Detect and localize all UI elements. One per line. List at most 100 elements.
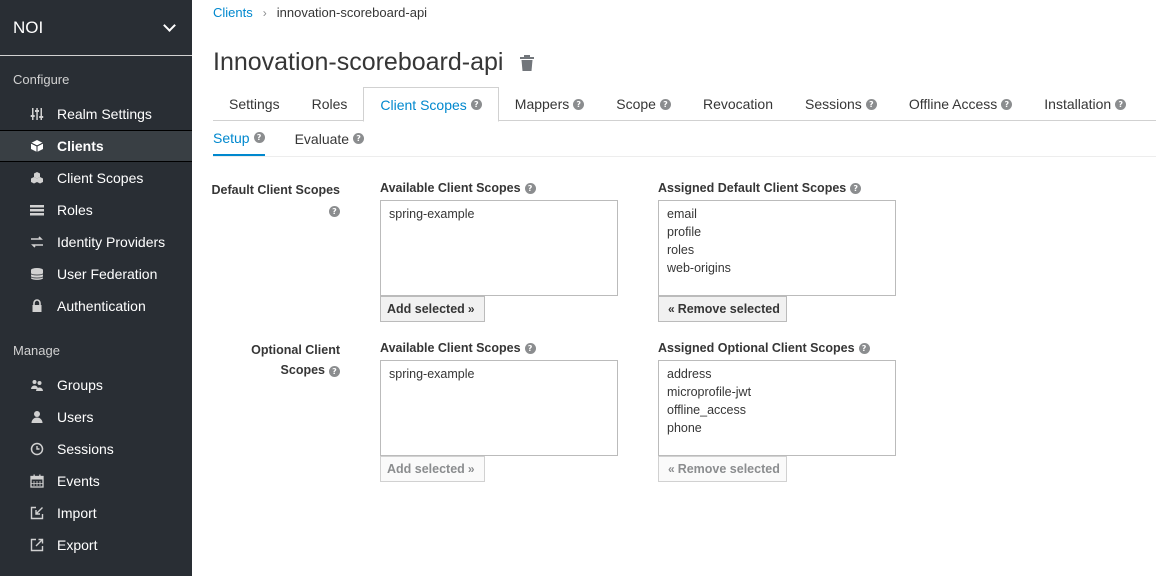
scope-option[interactable]: roles: [667, 241, 887, 259]
sidebar-item-label: Events: [57, 473, 100, 489]
tab-scope[interactable]: Scope?: [600, 87, 687, 121]
help-icon[interactable]: ?: [1001, 98, 1013, 110]
client-tabs: Settings Roles Client Scopes? Mappers? Scope…: [213, 87, 1156, 122]
realm-selector[interactable]: NOI: [0, 0, 192, 56]
breadcrumb: Clients › innovation-scoreboard-api: [213, 5, 427, 20]
trash-icon[interactable]: [519, 54, 535, 72]
scope-option[interactable]: spring-example: [389, 205, 609, 223]
help-icon[interactable]: ?: [329, 366, 340, 377]
tab-roles[interactable]: Roles: [296, 87, 364, 121]
page-title-row: Innovation-scoreboard-api: [213, 48, 535, 77]
tab-label: Installation: [1044, 96, 1112, 112]
default-scopes-label-text: Default Client Scopes: [211, 183, 341, 197]
exchange-icon: [29, 235, 44, 249]
tab-sessions[interactable]: Sessions?: [789, 87, 893, 121]
optional-assigned-heading-text: Assigned Optional Client Scopes: [658, 341, 855, 355]
sidebar-item-label: Users: [57, 409, 94, 425]
tab-client-scopes[interactable]: Client Scopes?: [363, 87, 499, 122]
add-selected-label: Add selected: [387, 462, 465, 476]
default-assigned-heading-text: Assigned Default Client Scopes: [658, 181, 847, 195]
sidebar: NOI Configure Realm Settings Clients Clien…: [0, 0, 192, 576]
sidebar-item-users[interactable]: Users: [0, 401, 192, 433]
double-chevron-right-icon: »: [467, 462, 475, 476]
subtab-setup[interactable]: Setup?: [213, 121, 265, 156]
scope-option[interactable]: spring-example: [389, 365, 609, 383]
help-icon[interactable]: ?: [329, 206, 340, 217]
realm-name: NOI: [13, 17, 44, 37]
help-icon[interactable]: ?: [1115, 98, 1127, 110]
help-icon[interactable]: ?: [858, 342, 870, 354]
scope-option[interactable]: address: [667, 365, 887, 383]
chevron-right-icon: ›: [262, 5, 267, 20]
help-icon[interactable]: ?: [659, 98, 671, 110]
sidebar-item-import[interactable]: Import: [0, 497, 192, 529]
add-selected-optional-button[interactable]: Add selected»: [380, 456, 485, 482]
optional-available-listbox[interactable]: spring-example: [380, 360, 618, 456]
cubes-icon: [29, 171, 44, 185]
optional-scopes-label: Optional Client Scopes?: [210, 340, 340, 380]
sidebar-item-client-scopes[interactable]: Client Scopes: [0, 162, 192, 194]
scope-option[interactable]: web-origins: [667, 259, 887, 277]
sidebar-item-sessions[interactable]: Sessions: [0, 433, 192, 465]
scope-option[interactable]: profile: [667, 223, 887, 241]
subtab-evaluate[interactable]: Evaluate?: [295, 121, 365, 156]
configure-heading: Configure: [13, 72, 70, 87]
sidebar-item-label: Roles: [57, 202, 93, 218]
tab-label: Settings: [229, 96, 280, 112]
help-icon[interactable]: ?: [850, 182, 862, 194]
tab-mappers[interactable]: Mappers?: [499, 87, 600, 121]
sidebar-item-identity-providers[interactable]: Identity Providers: [0, 226, 192, 258]
page-title: Innovation-scoreboard-api: [213, 48, 504, 76]
subtab-label: Setup: [213, 129, 250, 146]
remove-selected-default-button[interactable]: «Remove selected: [658, 296, 787, 322]
scope-option[interactable]: email: [667, 205, 887, 223]
help-icon[interactable]: ?: [470, 99, 482, 110]
help-icon[interactable]: ?: [573, 98, 585, 110]
scope-option[interactable]: microprofile-jwt: [667, 383, 887, 401]
add-selected-default-button[interactable]: Add selected»: [380, 296, 485, 322]
sidebar-item-user-federation[interactable]: User Federation: [0, 258, 192, 290]
sliders-icon: [29, 107, 44, 121]
sidebar-item-groups[interactable]: Groups: [0, 369, 192, 401]
sidebar-item-clients[interactable]: Clients: [0, 130, 192, 162]
client-scopes-subtabs: Setup? Evaluate?: [213, 121, 1156, 157]
tab-offline-access[interactable]: Offline Access?: [893, 87, 1028, 121]
help-icon[interactable]: ?: [524, 342, 536, 354]
remove-selected-label: Remove selected: [677, 302, 780, 316]
scope-option[interactable]: phone: [667, 419, 887, 437]
help-icon[interactable]: ?: [524, 182, 536, 194]
users-icon: [29, 378, 44, 392]
default-assigned-listbox[interactable]: email profile roles web-origins: [658, 200, 896, 296]
default-available-heading-text: Available Client Scopes: [380, 181, 521, 195]
double-chevron-left-icon: «: [668, 462, 675, 476]
remove-selected-optional-button[interactable]: «Remove selected: [658, 456, 787, 482]
tab-settings[interactable]: Settings: [213, 87, 296, 121]
scope-option[interactable]: offline_access: [667, 401, 887, 419]
default-available-listbox[interactable]: spring-example: [380, 200, 618, 296]
import-icon: [29, 506, 44, 520]
tab-installation[interactable]: Installation?: [1028, 87, 1142, 121]
sidebar-item-export[interactable]: Export: [0, 529, 192, 561]
remove-selected-label: Remove selected: [677, 462, 780, 476]
sidebar-item-label: Clients: [57, 138, 104, 154]
tab-label: Client Scopes: [380, 96, 467, 113]
help-icon[interactable]: ?: [353, 133, 365, 144]
breadcrumb-clients-link[interactable]: Clients: [213, 5, 253, 20]
default-available-heading: Available Client Scopes?: [380, 181, 536, 195]
sidebar-item-events[interactable]: Events: [0, 465, 192, 497]
tab-label: Sessions: [805, 96, 862, 112]
help-icon[interactable]: ?: [253, 132, 265, 143]
add-selected-label: Add selected: [387, 302, 465, 316]
tab-label: Mappers: [514, 96, 570, 112]
double-chevron-right-icon: »: [467, 302, 475, 316]
sidebar-item-realm-settings[interactable]: Realm Settings: [0, 98, 192, 130]
help-icon[interactable]: ?: [865, 98, 877, 110]
sidebar-item-roles[interactable]: Roles: [0, 194, 192, 226]
optional-assigned-listbox[interactable]: address microprofile-jwt offline_access pho…: [658, 360, 896, 456]
tab-revocation[interactable]: Revocation: [687, 87, 789, 121]
sidebar-item-label: Realm Settings: [57, 106, 152, 122]
breadcrumb-current: innovation-scoreboard-api: [276, 5, 428, 20]
tab-label: Scope: [616, 96, 656, 112]
sidebar-item-authentication[interactable]: Authentication: [0, 290, 192, 322]
optional-assigned-heading: Assigned Optional Client Scopes?: [658, 341, 870, 355]
